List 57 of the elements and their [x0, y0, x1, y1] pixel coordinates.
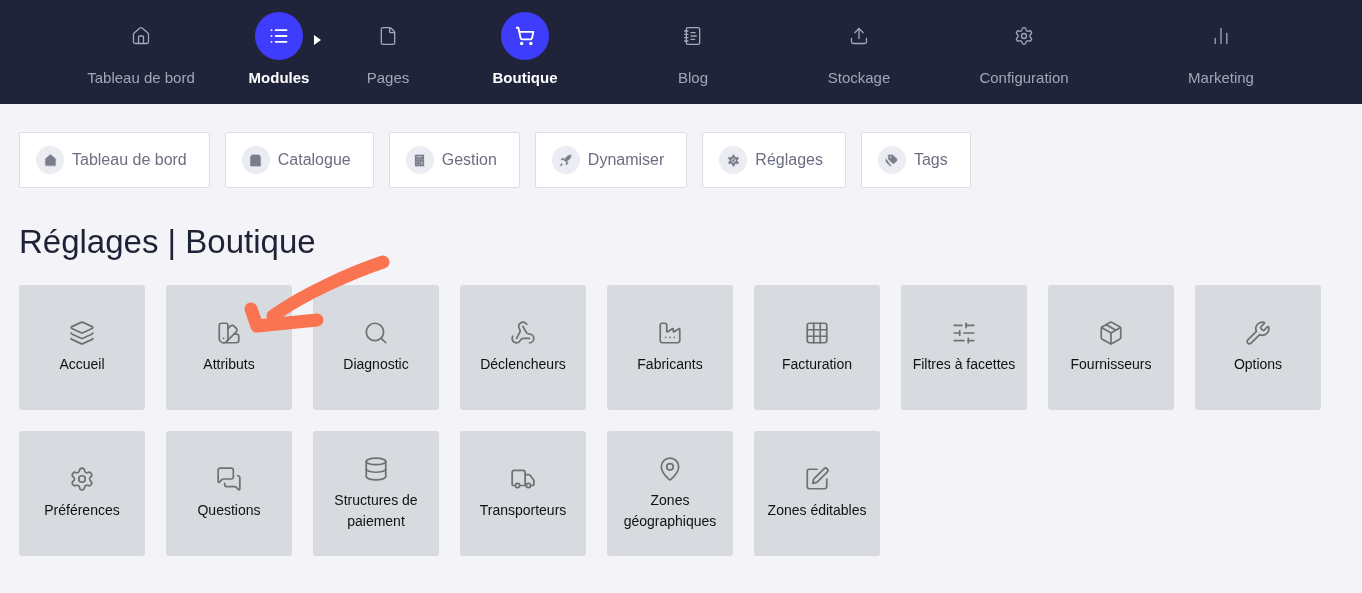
page-title: Réglages | Boutique	[19, 222, 317, 262]
section-tab[interactable]: Gestion	[388, 132, 520, 188]
settings-tile[interactable]: Préférences	[19, 431, 145, 556]
factory-icon	[657, 320, 683, 346]
settings-tile[interactable]: Accueil	[19, 285, 145, 410]
settings-tile[interactable]: Zones géographiques	[607, 431, 733, 556]
settings-tile[interactable]: Structures de paiement	[313, 431, 439, 556]
settings-tile[interactable]: Transporteurs	[460, 431, 586, 556]
cart-icon	[515, 26, 535, 46]
webhook-icon	[510, 320, 536, 346]
nav-tab[interactable]: Stockage	[801, 12, 917, 90]
box-icon	[1098, 320, 1124, 346]
settings-icon	[725, 152, 741, 168]
nav-tab[interactable]: Marketing	[1131, 12, 1311, 90]
settings-tile[interactable]: Questions	[166, 431, 292, 556]
settings-tile[interactable]: Diagnostic	[313, 285, 439, 410]
section-tab[interactable]: Tableau de bord	[19, 132, 210, 188]
settings-tile[interactable]: Zones éditables	[754, 431, 880, 556]
layers-icon	[69, 320, 95, 346]
settings-icon	[1014, 26, 1034, 46]
settings-tile[interactable]: Options	[1195, 285, 1321, 410]
edit-icon	[804, 466, 830, 492]
sliders-icon	[951, 320, 977, 346]
swatch-icon	[216, 320, 242, 346]
bag-icon	[248, 152, 264, 168]
section-tab[interactable]: Réglages	[702, 132, 846, 188]
home-icon	[42, 152, 58, 168]
settings-tile[interactable]: Déclencheurs	[460, 285, 586, 410]
section-tab[interactable]: Dynamiser	[534, 132, 688, 188]
file-icon	[378, 26, 398, 46]
tags-icon	[884, 152, 900, 168]
settings-tile[interactable]: Fournisseurs	[1048, 285, 1174, 410]
nav-tab[interactable]: Modules	[224, 12, 334, 90]
notepad-icon	[683, 26, 703, 46]
section-tab[interactable]: Catalogue	[224, 132, 374, 188]
stack-icon	[363, 455, 389, 482]
settings-tile[interactable]: Filtres à facettes	[901, 285, 1027, 410]
caret-icon	[314, 35, 321, 45]
nav-tab[interactable]: Boutique	[465, 12, 585, 90]
settings-tile[interactable]: Facturation	[754, 285, 880, 410]
home-icon	[131, 26, 151, 46]
settings-tile[interactable]: Fabricants	[607, 285, 733, 410]
section-tab[interactable]: Tags	[860, 132, 971, 188]
truck-icon	[510, 466, 536, 492]
nav-tab[interactable]: Tableau de bord	[78, 12, 204, 90]
chat-bubbles-icon	[216, 466, 242, 492]
rocket-icon	[558, 152, 574, 168]
wrench-icon	[1245, 320, 1271, 346]
nav-tab[interactable]: Blog	[605, 12, 781, 90]
nav-tab[interactable]: Configuration	[937, 12, 1111, 90]
upload-icon	[849, 26, 869, 46]
settings-icon	[69, 466, 95, 492]
search-icon	[363, 320, 389, 346]
nav-tab[interactable]: Pages	[331, 12, 445, 90]
grid-icon	[804, 320, 830, 346]
list-icon	[269, 26, 289, 46]
settings-tile[interactable]: Attributs	[166, 285, 292, 410]
